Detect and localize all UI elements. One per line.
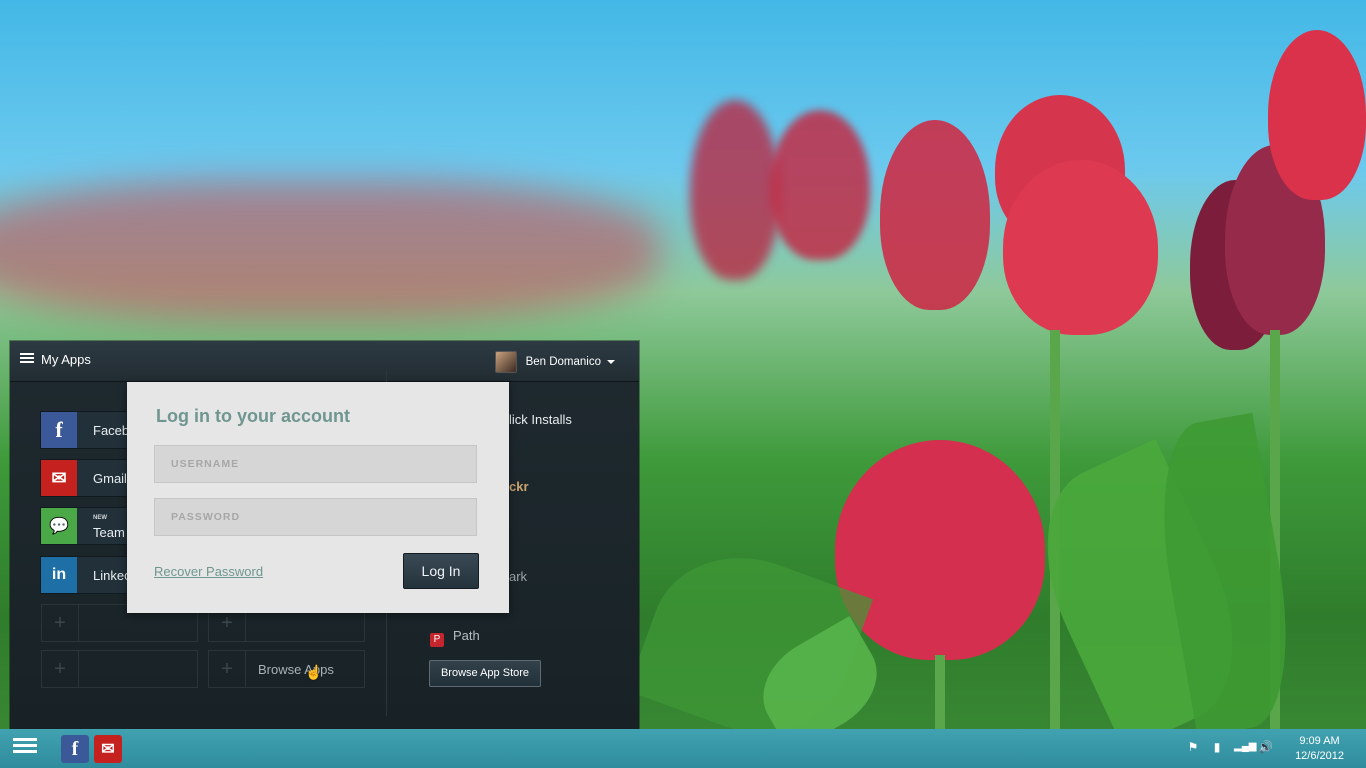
gmail-icon: ✉ — [41, 460, 77, 496]
action-center-flag-icon[interactable]: ⚑ — [1186, 740, 1200, 754]
list-menu-icon[interactable] — [20, 353, 34, 367]
recover-password-link[interactable]: Recover Password — [154, 564, 263, 579]
app-tile-facebook[interactable]: f Faceb — [40, 411, 137, 449]
chat-icon: 💬 — [41, 508, 77, 544]
start-menu-icon[interactable] — [13, 738, 37, 758]
browse-apps-label: Browse Apps — [258, 662, 334, 677]
right-list-item-path[interactable]: P Path — [430, 628, 480, 647]
taskbar-facebook-icon[interactable]: f — [61, 735, 89, 763]
linkedin-icon: in — [41, 557, 77, 593]
right-list-item[interactable]: lick Installs — [509, 412, 572, 427]
login-dialog: Log in to your account Recover Password … — [127, 382, 509, 613]
username-field[interactable] — [154, 445, 477, 483]
login-button[interactable]: Log In — [403, 553, 479, 589]
battery-icon[interactable]: ▮ — [1210, 740, 1224, 754]
user-name: Ben Domanico — [525, 356, 601, 368]
window-title: My Apps — [41, 352, 91, 367]
right-list-item[interactable]: ckr — [509, 479, 529, 494]
right-list-label: Path — [453, 628, 480, 643]
password-field[interactable] — [154, 498, 477, 536]
plus-icon: + — [42, 651, 79, 687]
plus-icon: + — [42, 605, 79, 641]
hand-cursor-icon: ☝ — [305, 664, 323, 680]
chevron-down-icon — [607, 360, 615, 364]
app-tile-label: Faceb — [93, 423, 130, 438]
taskbar: f ✉ ⚑ ▮ ▂▄▆ 🔊 9:09 AM 12/6/2012 — [0, 729, 1366, 768]
new-badge: NEW — [93, 515, 107, 521]
window-header: My Apps Ben Domanico — [10, 341, 639, 382]
network-signal-icon[interactable]: ▂▄▆ — [1234, 740, 1256, 754]
plus-icon: + — [209, 651, 246, 687]
avatar — [494, 351, 517, 373]
facebook-icon: f — [41, 412, 77, 448]
pinterest-icon: P — [430, 633, 444, 647]
app-tile-linkedin[interactable]: in Linkec — [40, 556, 137, 594]
empty-app-slot[interactable]: + — [41, 650, 198, 688]
login-title: Log in to your account — [156, 406, 350, 426]
app-tile-label: Linkec — [93, 568, 131, 583]
volume-icon[interactable]: 🔊 — [1258, 740, 1273, 754]
clock-time: 9:09 AM — [1299, 735, 1340, 747]
app-tile-label: Team — [93, 525, 125, 540]
system-clock[interactable]: 9:09 AM 12/6/2012 — [1295, 734, 1344, 764]
browse-apps-tile[interactable]: + Browse Apps — [208, 650, 365, 688]
user-menu[interactable]: Ben Domanico — [494, 351, 615, 373]
app-tile-label: Gmail — [93, 471, 127, 486]
browse-app-store-button[interactable]: Browse App Store — [429, 660, 541, 687]
taskbar-gmail-icon[interactable]: ✉ — [94, 735, 122, 763]
right-list-item[interactable]: ark — [509, 569, 527, 584]
app-tile-gmail[interactable]: ✉ Gmail — [40, 459, 137, 497]
clock-date: 12/6/2012 — [1295, 750, 1344, 762]
app-tile-team[interactable]: 💬 NEW Team — [40, 507, 137, 545]
